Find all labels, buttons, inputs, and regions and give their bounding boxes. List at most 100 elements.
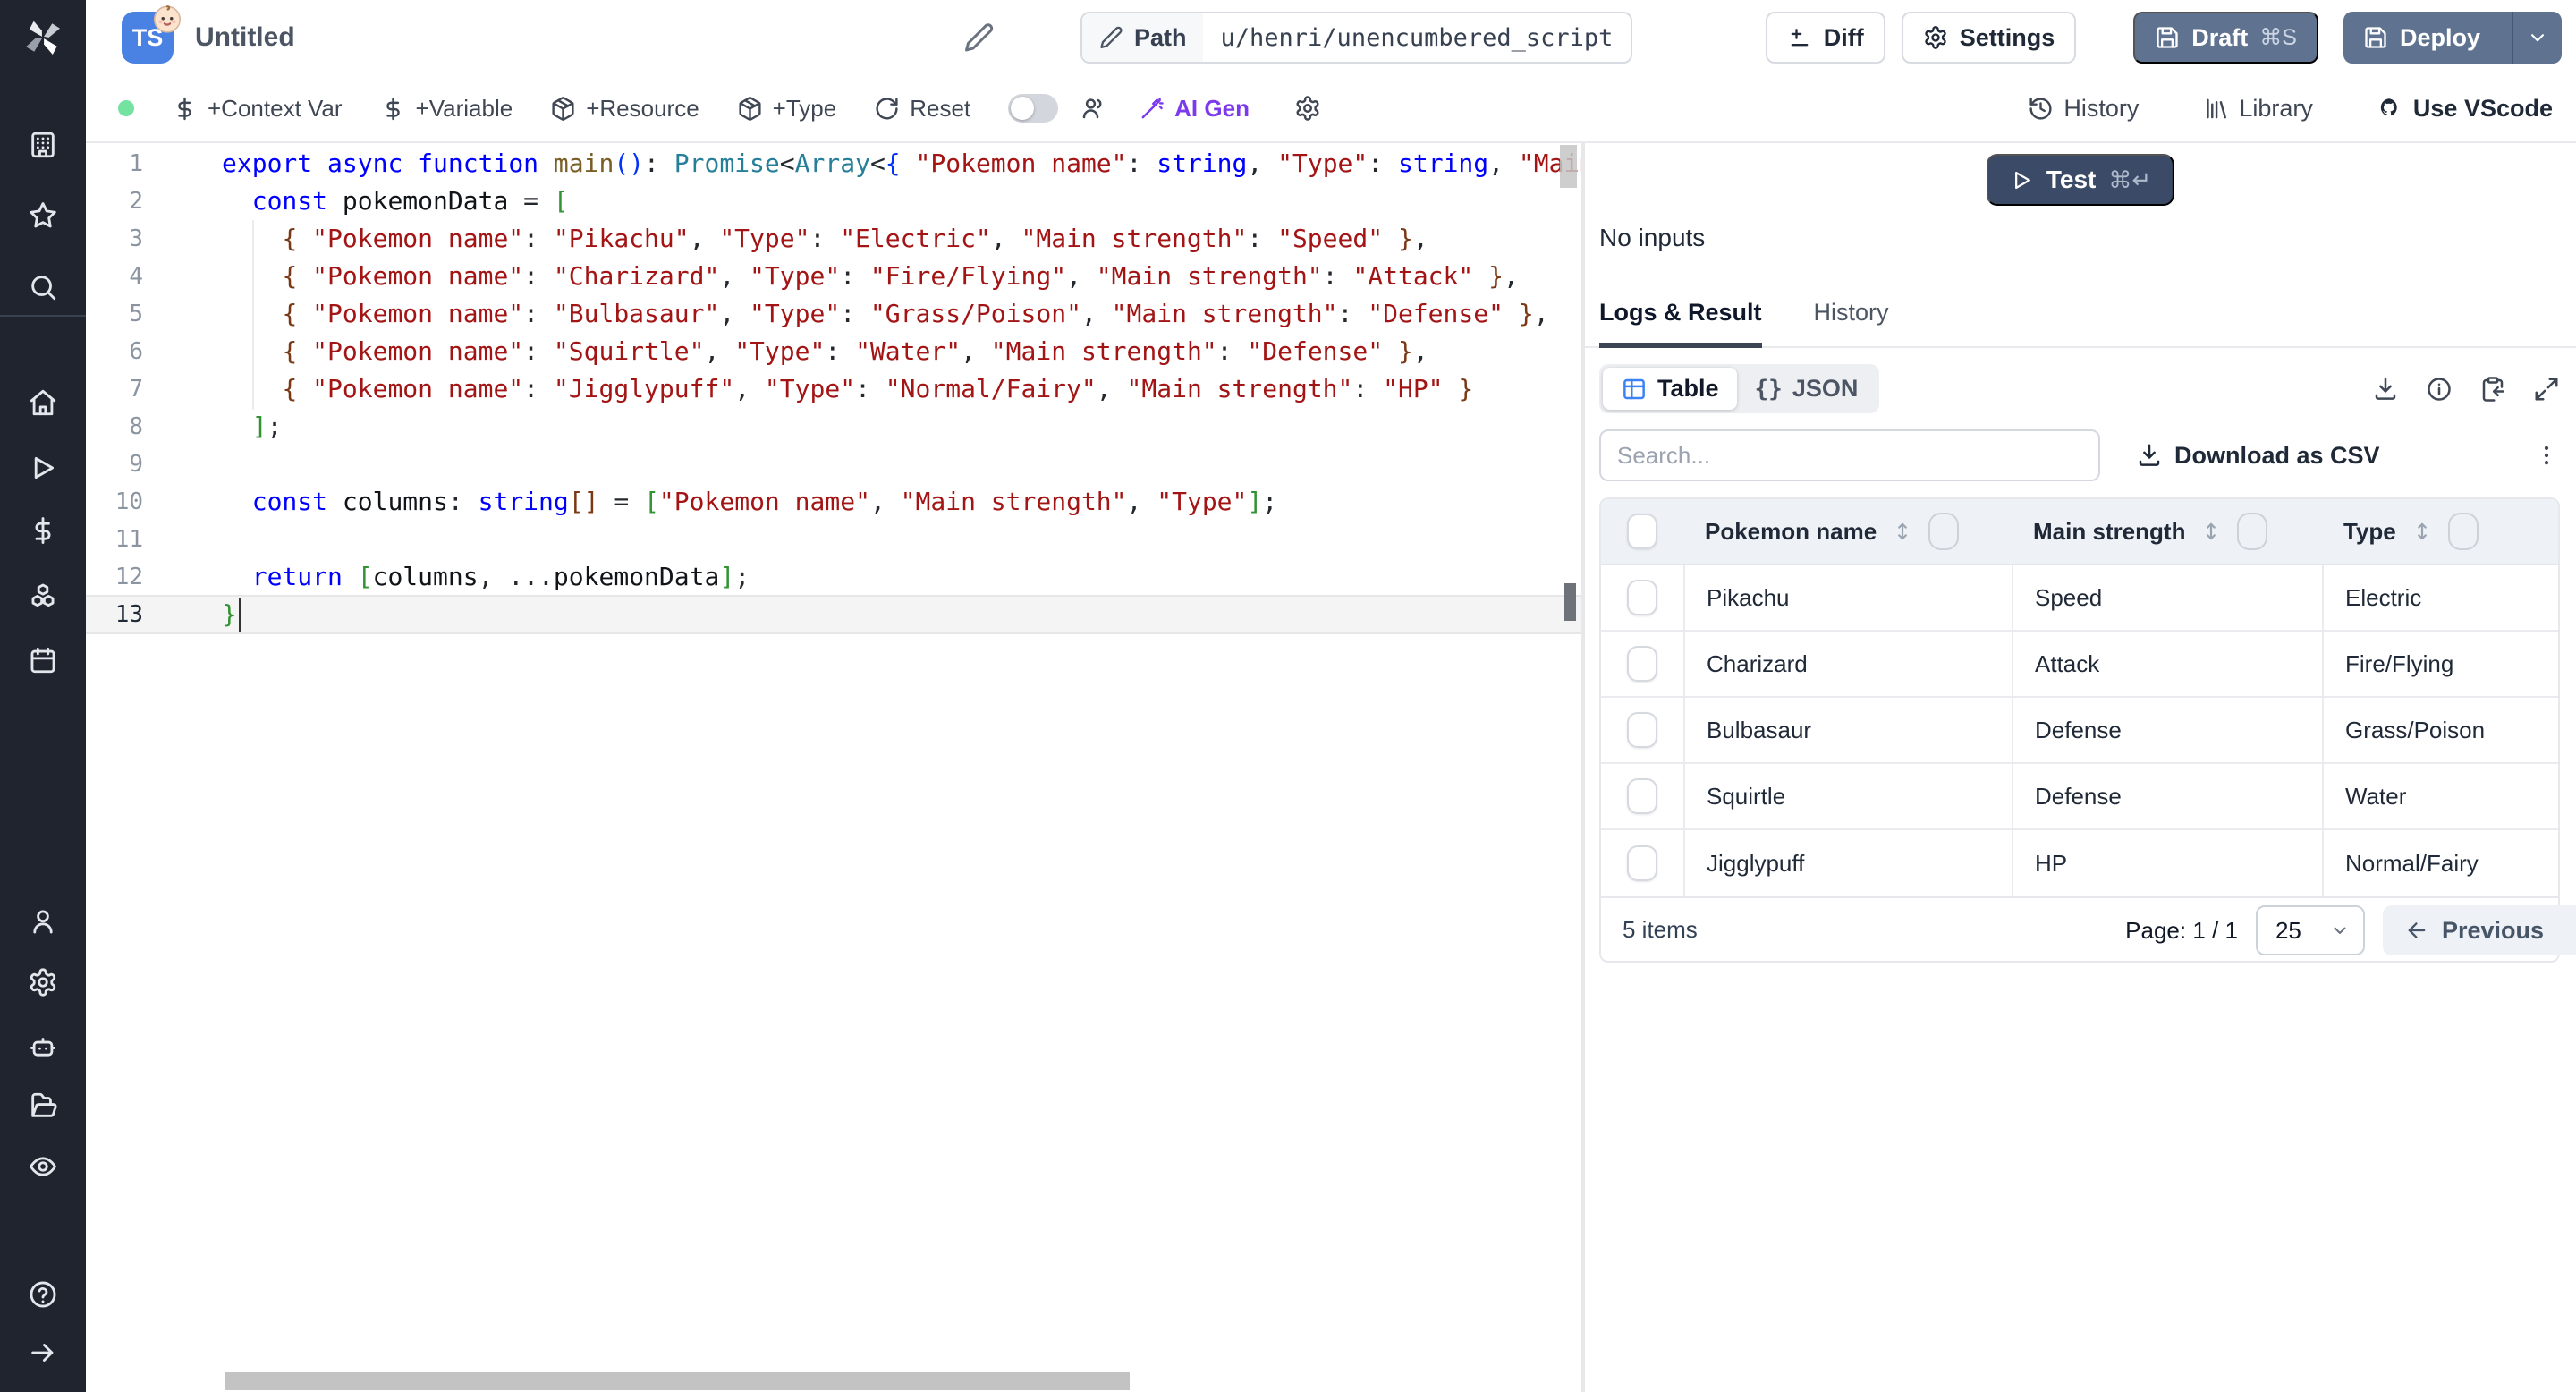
column-toggle[interactable] (1928, 513, 1960, 550)
sort-icon[interactable] (2411, 520, 2434, 543)
path-value[interactable]: u/henri/unencumbered_script (1203, 24, 1631, 52)
previous-label: Previous (2441, 916, 2544, 944)
code-text: { "Pokemon name": "Squirtle", "Type": "W… (282, 336, 1428, 366)
column-toggle[interactable] (2237, 513, 2268, 550)
windmill-logo-icon[interactable] (20, 14, 66, 61)
table-row: Bulbasaur Defense Grass/Poison (1601, 698, 2558, 764)
row-checkbox[interactable] (1627, 712, 1657, 748)
test-button[interactable]: Test ⌘↵ (1986, 154, 2175, 206)
maximize-icon[interactable] (2533, 376, 2560, 403)
row-checkbox[interactable] (1627, 580, 1657, 615)
diff-button[interactable]: Diff (1765, 12, 1885, 64)
previous-page-button[interactable]: Previous (2382, 905, 2576, 955)
pencil-icon[interactable] (962, 21, 995, 54)
code-line: 7 { "Pokemon name": "Jigglypuff", "Type"… (86, 370, 1581, 408)
table-header-row: Pokemon name Main strength Type (1601, 499, 2558, 565)
gear-icon (1923, 25, 1948, 50)
bot-icon[interactable] (28, 1031, 58, 1062)
eye-icon[interactable] (28, 1151, 58, 1182)
page-size-select[interactable]: 25 (2255, 905, 2365, 955)
code-line: 1 export async function main(): Promise<A… (86, 145, 1581, 182)
items-count: 5 items (1623, 915, 1698, 943)
code-editor[interactable]: 1 export async function main(): Promise<A… (86, 143, 1581, 1392)
result-action-icons (2372, 376, 2560, 403)
view-json-button[interactable]: {} JSON (1737, 368, 1877, 410)
view-table-label: Table (1657, 375, 1719, 402)
line-number: 9 (129, 451, 143, 478)
arrow-left-icon (2404, 918, 2429, 943)
gear-icon[interactable] (1294, 95, 1321, 122)
toolbar-item--resource[interactable]: +Resource (550, 95, 699, 123)
code-line: 12 return [columns, ...pokemonData]; (86, 558, 1581, 596)
search-icon[interactable] (28, 272, 58, 302)
view-table-button[interactable]: Table (1603, 368, 1737, 410)
users-icon[interactable] (1080, 95, 1106, 122)
toolbar-item-history[interactable]: History (2028, 95, 2139, 123)
library-icon (2203, 96, 2229, 122)
info-icon[interactable] (2426, 376, 2453, 403)
search-input[interactable] (1599, 429, 2100, 481)
table-cell: Jigglypuff (1683, 830, 2012, 896)
code-text: ]; (251, 412, 283, 441)
boxes-icon[interactable] (28, 581, 58, 612)
table-cell: Squirtle (1683, 764, 2012, 828)
star-icon[interactable] (28, 200, 58, 231)
table-row: Jigglypuff HP Normal/Fairy (1601, 830, 2558, 896)
table-row: Squirtle Defense Water (1601, 764, 2558, 830)
settings-button[interactable]: Settings (1901, 12, 2077, 64)
play-icon[interactable] (28, 453, 58, 483)
settings-icon[interactable] (28, 967, 58, 997)
save-icon (2363, 25, 2388, 50)
line-number: 10 (114, 488, 143, 515)
typescript-badge: TS (122, 5, 182, 64)
line-number: 6 (129, 338, 143, 365)
code-text: } (222, 599, 237, 629)
code-line: 4 { "Pokemon name": "Charizard", "Type":… (86, 258, 1581, 295)
dollar-sign-icon[interactable] (28, 515, 58, 546)
arrow-right-icon[interactable] (28, 1337, 58, 1368)
run-panel: Test ⌘↵ No inputs Logs & Result History (1585, 143, 2576, 1392)
toolbar-item-use-vscode[interactable]: Use VScode (2377, 95, 2553, 123)
line-number: 2 (129, 188, 143, 215)
toolbar-item-reset[interactable]: Reset (874, 95, 970, 123)
download-icon[interactable] (2372, 376, 2399, 403)
kebab-menu-icon[interactable] (2533, 442, 2560, 469)
toolbar-item-library[interactable]: Library (2203, 95, 2313, 123)
select-all-checkbox[interactable] (1627, 514, 1657, 549)
row-checkbox[interactable] (1627, 845, 1657, 881)
toolbar-item--context-var[interactable]: +Context Var (172, 95, 343, 123)
code-line: 3 { "Pokemon name": "Pikachu", "Type": "… (86, 220, 1581, 258)
save-icon (2155, 25, 2180, 50)
deploy-dropdown-button[interactable] (2512, 12, 2562, 64)
folder-open-icon[interactable] (28, 1091, 58, 1121)
history-icon (2028, 96, 2054, 122)
column-toggle[interactable] (2447, 513, 2479, 550)
toolbar-item--type[interactable]: +Type (737, 95, 836, 123)
row-checkbox[interactable] (1627, 646, 1657, 682)
tab-logs-result[interactable]: Logs & Result (1599, 299, 1762, 348)
sort-icon[interactable] (2199, 520, 2223, 543)
download-csv-button[interactable]: Download as CSV (2136, 442, 2380, 470)
sidebar-divider (0, 315, 86, 317)
sort-icon[interactable] (1891, 520, 1914, 543)
ai-gen-button[interactable]: AI Gen (1139, 95, 1250, 123)
building-icon[interactable] (28, 130, 58, 160)
deploy-button[interactable]: Deploy (2343, 12, 2500, 64)
line-number: 8 (129, 413, 143, 440)
horizontal-scrollbar-thumb[interactable] (225, 1372, 1130, 1390)
clipboard-copy-icon[interactable] (2479, 376, 2506, 403)
vertical-scrollbar-thumb[interactable] (1560, 145, 1577, 188)
result-tabs: Logs & Result History (1585, 299, 2576, 348)
tab-history[interactable]: History (1814, 299, 1889, 346)
line-number: 7 (129, 376, 143, 403)
draft-button[interactable]: Draft ⌘S (2133, 12, 2318, 64)
calendar-icon[interactable] (28, 645, 58, 675)
user-icon[interactable] (28, 906, 58, 937)
diff-mode-toggle[interactable] (1008, 94, 1059, 123)
path-field[interactable]: Path u/henri/unencumbered_script (1080, 12, 1633, 64)
home-icon[interactable] (28, 387, 58, 418)
help-circle-icon[interactable] (28, 1279, 58, 1310)
row-checkbox[interactable] (1627, 778, 1657, 814)
toolbar-item--variable[interactable]: +Variable (380, 95, 513, 123)
code-line: 10 const columns: string[] = ["Pokemon n… (86, 483, 1581, 521)
